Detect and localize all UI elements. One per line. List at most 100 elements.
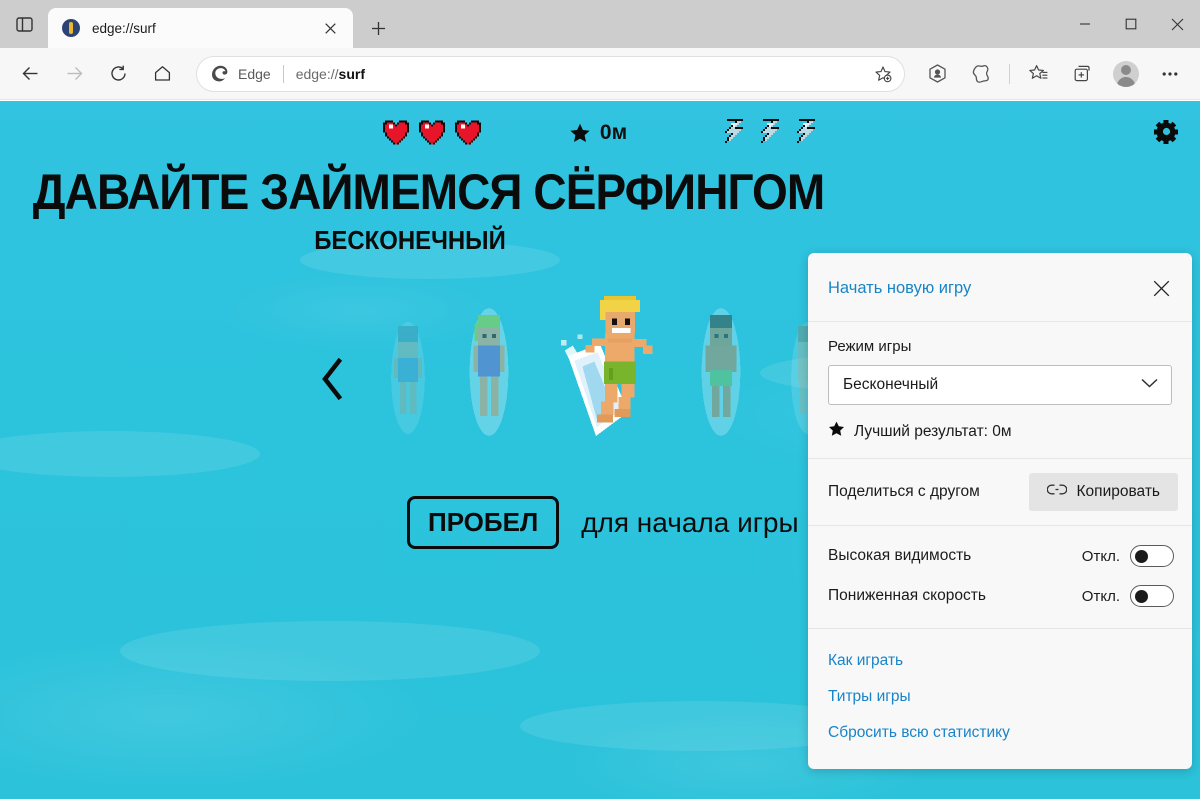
best-score-label: Лучший результат: 0м bbox=[854, 422, 1012, 440]
space-key-button[interactable]: ПРОБЕЛ bbox=[407, 496, 560, 549]
start-new-game-link[interactable]: Начать новую игру bbox=[828, 279, 971, 298]
reduced-speed-control: Откл. bbox=[1082, 585, 1174, 607]
surf-game-canvas[interactable]: 0м ДАВАЙТЕ ЗАЙМЕМСЯ СЁРФИНГОМ БЕСКОНЕЧНЫ… bbox=[0, 101, 1200, 799]
split-screen-button[interactable] bbox=[963, 56, 999, 92]
refresh-button[interactable] bbox=[100, 56, 136, 92]
window-controls bbox=[1062, 0, 1200, 48]
maximize-icon bbox=[1125, 18, 1137, 30]
link-icon bbox=[1046, 483, 1067, 501]
home-button[interactable] bbox=[144, 56, 180, 92]
copilot-icon bbox=[928, 64, 946, 83]
copy-link-button[interactable]: Копировать bbox=[1028, 473, 1178, 511]
tab-search-icon bbox=[15, 16, 33, 33]
lightning-bolt-icon bbox=[761, 119, 780, 143]
collections-icon bbox=[1074, 65, 1090, 82]
new-tab-button[interactable] bbox=[361, 11, 395, 45]
wave-decor bbox=[120, 621, 540, 681]
copy-button-label: Копировать bbox=[1076, 483, 1160, 500]
chevron-left-icon bbox=[322, 357, 343, 401]
carousel-prev-button[interactable] bbox=[316, 354, 350, 404]
score-value: 0м bbox=[599, 121, 628, 144]
plus-icon bbox=[371, 21, 385, 35]
heart-icon bbox=[418, 120, 445, 144]
heart-icon bbox=[454, 120, 481, 144]
close-icon bbox=[1153, 280, 1169, 296]
game-credits-link[interactable]: Титры игры bbox=[828, 679, 1172, 715]
reduced-speed-row: Пониженная скорость Откл. bbox=[828, 576, 1174, 616]
forward-button[interactable] bbox=[56, 56, 92, 92]
settings-more-button[interactable] bbox=[1152, 56, 1188, 92]
game-hud: 0м bbox=[0, 113, 1200, 153]
toolbar-divider bbox=[1009, 63, 1010, 84]
tab-title: edge://surf bbox=[92, 20, 156, 36]
profile-button[interactable] bbox=[1108, 56, 1144, 92]
panel-close-button[interactable] bbox=[1146, 273, 1176, 303]
panel-links-section: Как играть Титры игры Сбросить всю стати… bbox=[808, 629, 1192, 769]
heart-icon bbox=[382, 120, 409, 144]
game-mode-section: Режим игры Бесконечный Лучший результат:… bbox=[808, 322, 1192, 459]
game-mode-subtitle: БЕСКОНЕЧНЫЙ bbox=[314, 225, 506, 255]
navigation-toolbar: Edge edge://surf bbox=[0, 48, 1200, 100]
page-title: ДАВАЙТЕ ЗАЙМЕМСЯ СЁРФИНГОМ bbox=[32, 164, 825, 220]
game-settings-panel: Начать новую игру Режим игры Бесконечный bbox=[808, 253, 1192, 769]
how-to-play-link[interactable]: Как играть bbox=[828, 643, 1172, 679]
high-visibility-row: Высокая видимость Откл. bbox=[828, 536, 1174, 576]
close-icon bbox=[1171, 18, 1183, 30]
split-screen-icon bbox=[972, 64, 989, 83]
start-hint-text: для начала игры bbox=[581, 506, 799, 538]
favorites-icon bbox=[1028, 65, 1047, 79]
maximize-button[interactable] bbox=[1108, 0, 1154, 48]
refresh-icon bbox=[110, 65, 126, 81]
high-visibility-control: Откл. bbox=[1082, 545, 1174, 567]
tab-close-button[interactable] bbox=[317, 15, 343, 41]
address-bar[interactable]: Edge edge://surf bbox=[196, 55, 905, 92]
add-favorite-button[interactable] bbox=[868, 59, 898, 89]
back-button[interactable] bbox=[12, 56, 48, 92]
browser-window: edge://surf Edge edge://surf 0м ДАВАЙТЕ … bbox=[0, 0, 1200, 799]
lightning-bolt-icon bbox=[797, 119, 816, 143]
gear-icon bbox=[1154, 120, 1178, 145]
back-arrow-icon bbox=[22, 67, 37, 80]
carousel-character[interactable] bbox=[692, 306, 750, 443]
toggle-knob bbox=[1135, 589, 1148, 603]
profile-avatar bbox=[1113, 60, 1139, 87]
close-window-button[interactable] bbox=[1154, 0, 1200, 48]
lives-indicator bbox=[381, 120, 483, 147]
surfboard-icon bbox=[62, 19, 80, 37]
reduced-speed-state: Откл. bbox=[1081, 587, 1120, 605]
edge-logo-icon bbox=[212, 65, 228, 82]
carousel-character[interactable] bbox=[460, 306, 518, 443]
reset-stats-link[interactable]: Сбросить всю статистику bbox=[828, 715, 1172, 751]
star-icon bbox=[570, 123, 590, 142]
minimize-icon bbox=[1080, 23, 1090, 25]
game-mode-value: Бесконечный bbox=[843, 376, 939, 393]
boost-indicator bbox=[717, 119, 819, 147]
carousel-character[interactable] bbox=[382, 318, 434, 443]
add-favorite-icon bbox=[875, 65, 892, 82]
minimize-button[interactable] bbox=[1062, 0, 1108, 48]
favorites-button[interactable] bbox=[1020, 56, 1056, 92]
toggle-knob bbox=[1135, 549, 1148, 563]
chevron-down-icon bbox=[1140, 376, 1159, 394]
toggles-section: Высокая видимость Откл. Пониженная скоро… bbox=[808, 526, 1192, 629]
edge-brand: Edge bbox=[211, 64, 271, 83]
reduced-speed-label: Пониженная скорость bbox=[828, 587, 986, 604]
selected-character[interactable] bbox=[540, 292, 668, 457]
title-bar: edge://surf bbox=[0, 0, 1200, 48]
reduced-speed-toggle[interactable] bbox=[1130, 585, 1174, 607]
game-settings-button[interactable] bbox=[1152, 117, 1182, 147]
lightning-bolt-icon bbox=[725, 119, 744, 143]
star-icon bbox=[828, 421, 845, 442]
settings-more-icon bbox=[1162, 71, 1178, 76]
home-icon bbox=[154, 66, 170, 81]
copilot-button[interactable] bbox=[919, 56, 955, 92]
tab-search-button[interactable] bbox=[0, 0, 48, 48]
browser-tab[interactable]: edge://surf bbox=[48, 8, 353, 48]
high-visibility-toggle[interactable] bbox=[1130, 545, 1174, 567]
collections-button[interactable] bbox=[1064, 56, 1100, 92]
game-mode-select[interactable]: Бесконечный bbox=[828, 365, 1172, 405]
omnibox-divider bbox=[282, 64, 284, 83]
high-visibility-label: Высокая видимость bbox=[828, 547, 972, 564]
high-visibility-state: Откл. bbox=[1081, 547, 1120, 565]
best-score-row: Лучший результат: 0м bbox=[828, 421, 1172, 442]
